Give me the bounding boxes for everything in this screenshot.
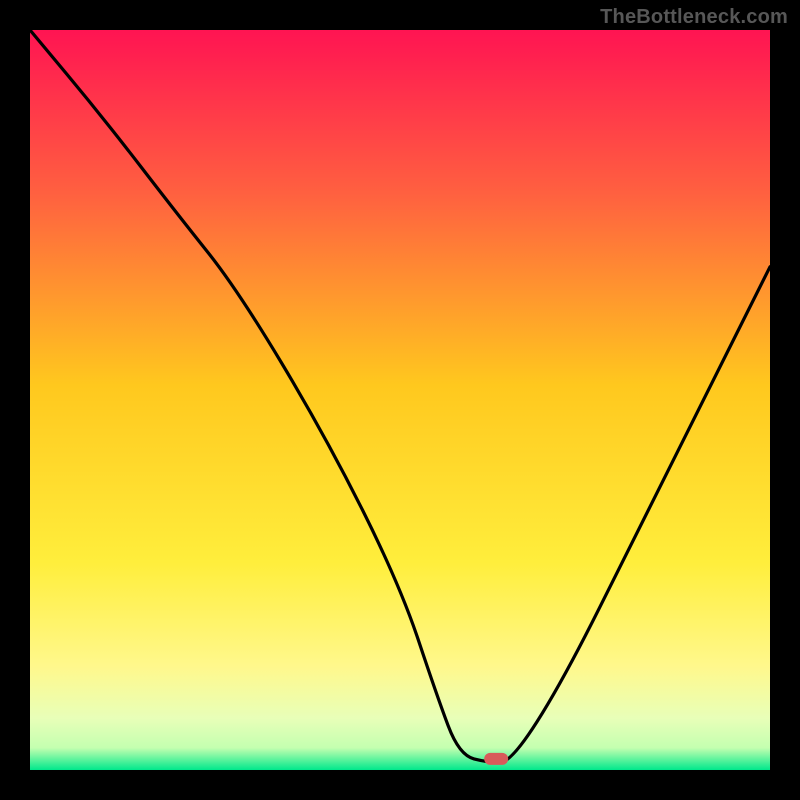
gradient-background (30, 30, 770, 770)
plot-area (30, 30, 770, 770)
chart-svg (30, 30, 770, 770)
chart-frame: TheBottleneck.com (0, 0, 800, 800)
optimal-marker (484, 753, 508, 765)
attribution-text: TheBottleneck.com (600, 6, 788, 29)
